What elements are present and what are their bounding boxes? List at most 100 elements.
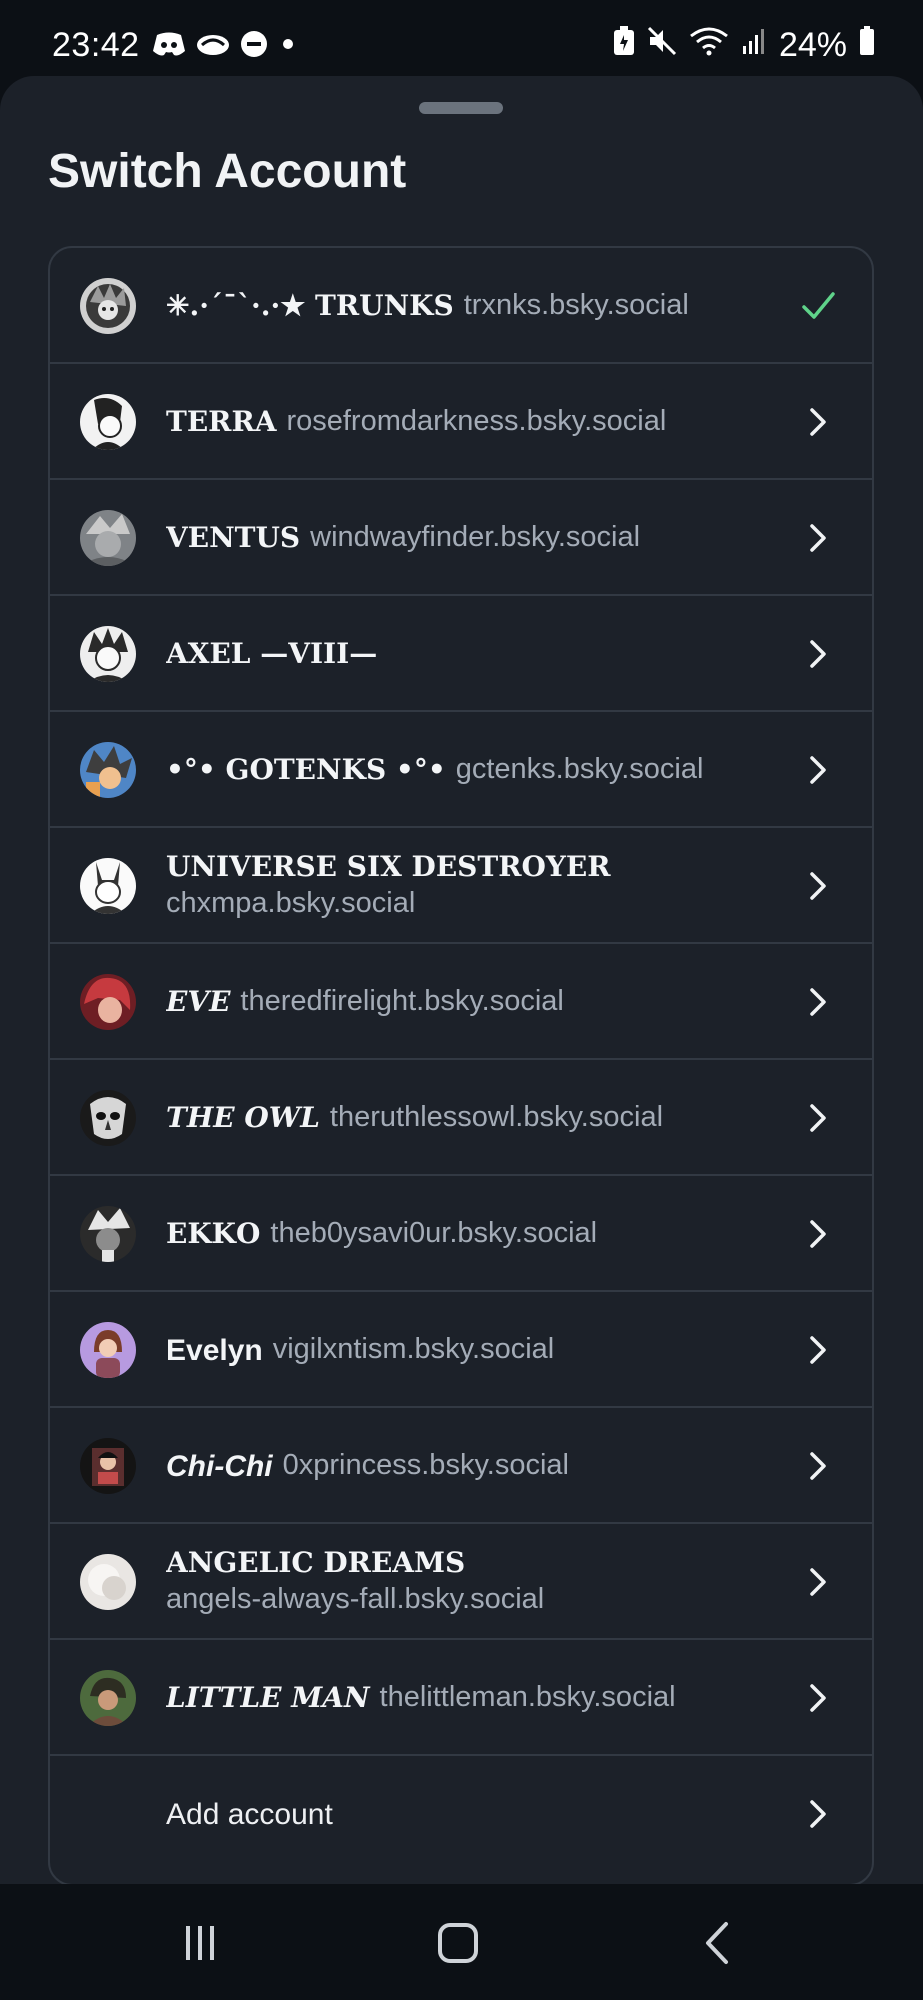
display-name: Evelyn: [166, 1333, 263, 1367]
account-row-ekko[interactable]: 𝐄𝐊𝐊𝐎 theb0ysavi0ur.bsky.social: [50, 1176, 872, 1292]
switch-account-sheet: Switch Account ✳︎.·´¯`·.·★ 𝐓𝐑𝐔𝐍𝐊𝐒 trxnks…: [0, 76, 923, 1886]
status-left-icons: [152, 30, 298, 63]
account-text: 𝐕𝐄𝐍𝐓𝐔𝐒 windwayfinder.bsky.social: [166, 480, 766, 596]
chevron-right-icon: [810, 524, 826, 552]
account-row-trunks[interactable]: ✳︎.·´¯`·.·★ 𝐓𝐑𝐔𝐍𝐊𝐒 trxnks.bsky.social: [50, 248, 872, 364]
battery-saver-icon: [613, 26, 635, 65]
avatar: [80, 1090, 136, 1146]
avatar: [80, 1322, 136, 1378]
account-list: ✳︎.·´¯`·.·★ 𝐓𝐑𝐔𝐍𝐊𝐒 trxnks.bsky.social 𝐓𝐄…: [48, 246, 874, 1886]
account-text: •°• 𝐆𝐎𝐓𝐄𝐍𝐊𝐒 •°• gctenks.bsky.social: [166, 712, 766, 828]
chevron-right-icon: [810, 1336, 826, 1364]
display-name: 𝑻𝑯𝑬 𝑶𝑾𝑳: [166, 1100, 320, 1134]
chevron-right-icon: [810, 988, 826, 1016]
handle: gctenks.bsky.social: [455, 753, 704, 786]
account-row-evelyn[interactable]: Evelyn vigilxntism.bsky.social: [50, 1292, 872, 1408]
display-name: 𝐀𝐍𝐆𝐄𝐋𝐈𝐂 𝐃𝐑𝐄𝐀𝐌𝐒: [166, 1545, 466, 1579]
add-account-label: Add account: [166, 1797, 333, 1831]
signal-icon: [741, 26, 767, 65]
account-row-chi-chi[interactable]: Chi-Chi 0xprincess.bsky.social: [50, 1408, 872, 1524]
display-name: ✳︎.·´¯`·.·★ 𝐓𝐑𝐔𝐍𝐊𝐒: [166, 288, 454, 322]
dot-icon: [278, 34, 298, 59]
handle: theredfirelight.bsky.social: [240, 985, 564, 1018]
account-text: 𝑻𝑯𝑬 𝑶𝑾𝑳 theruthlessowl.bsky.social: [166, 1060, 766, 1176]
discord-icon: [152, 31, 186, 62]
handle: angels-always-fall.bsky.social: [166, 1583, 545, 1616]
add-account-row[interactable]: Add account: [50, 1756, 872, 1872]
account-text: ✳︎.·´¯`·.·★ 𝐓𝐑𝐔𝐍𝐊𝐒 trxnks.bsky.social: [166, 248, 766, 364]
chevron-right-icon: [810, 756, 826, 784]
battery-icon: [859, 26, 875, 65]
status-right: 24%: [613, 26, 875, 65]
avatar: [80, 1554, 136, 1610]
check-icon: [802, 292, 835, 319]
dnd-icon: [240, 30, 268, 63]
avatar: [80, 1670, 136, 1726]
account-row-gotenks[interactable]: •°• 𝐆𝐎𝐓𝐄𝐍𝐊𝐒 •°• gctenks.bsky.social: [50, 712, 872, 828]
handle: rosefromdarkness.bsky.social: [286, 405, 667, 438]
display-name: 𝑳𝑰𝑻𝑻𝑳𝑬 𝑴𝑨𝑵: [166, 1680, 370, 1714]
handle: vigilxntism.bsky.social: [272, 1333, 555, 1366]
mute-icon: [647, 26, 677, 65]
handle: theruthlessowl.bsky.social: [329, 1101, 664, 1134]
battery-percent: 24%: [778, 26, 847, 64]
home-icon[interactable]: [428, 1918, 488, 1968]
display-name: 𝐕𝐄𝐍𝐓𝐔𝐒: [166, 520, 301, 554]
recent-apps-icon[interactable]: [170, 1918, 230, 1968]
chevron-right-icon: [810, 1104, 826, 1132]
avatar: [80, 1206, 136, 1262]
display-name: 𝑬𝑽𝑬: [166, 984, 231, 1018]
account-row-eve[interactable]: 𝑬𝑽𝑬 theredfirelight.bsky.social: [50, 944, 872, 1060]
handle: chxmpa.bsky.social: [166, 887, 416, 920]
account-text: 𝐓𝐄𝐑𝐑𝐀 rosefromdarkness.bsky.social: [166, 364, 766, 480]
handle: theb0ysavi0ur.bsky.social: [270, 1217, 598, 1250]
account-text: Chi-Chi 0xprincess.bsky.social: [166, 1408, 766, 1524]
account-row-angelic-dreams[interactable]: 𝐀𝐍𝐆𝐄𝐋𝐈𝐂 𝐃𝐑𝐄𝐀𝐌𝐒 angels-always-fall.bsky.s…: [50, 1524, 872, 1640]
wifi-icon: [689, 26, 729, 65]
chevron-right-icon: [810, 408, 826, 436]
display-name: •°• 𝐆𝐎𝐓𝐄𝐍𝐊𝐒 •°•: [166, 752, 446, 786]
display-name: 𝐄𝐊𝐊𝐎: [166, 1216, 261, 1250]
avatar: [80, 510, 136, 566]
account-row-ventus[interactable]: 𝐕𝐄𝐍𝐓𝐔𝐒 windwayfinder.bsky.social: [50, 480, 872, 596]
cloud-icon: [196, 31, 230, 62]
system-navigation-bar: [0, 1884, 923, 2000]
account-row-universe-six-destroyer[interactable]: 𝐔𝐍𝐈𝐕𝐄𝐑𝐒𝐄 𝐒𝐈𝐗 𝐃𝐄𝐒𝐓𝐑𝐎𝐘𝐄𝐑 chxmpa.bsky.socia…: [50, 828, 872, 944]
handle: 0xprincess.bsky.social: [282, 1449, 569, 1482]
account-text: 𝐄𝐊𝐊𝐎 theb0ysavi0ur.bsky.social: [166, 1176, 766, 1292]
status-bar: 23:42 24%: [0, 0, 923, 78]
account-row-terra[interactable]: 𝐓𝐄𝐑𝐑𝐀 rosefromdarkness.bsky.social: [50, 364, 872, 480]
account-row-little-man[interactable]: 𝑳𝑰𝑻𝑻𝑳𝑬 𝑴𝑨𝑵 thelittleman.bsky.social: [50, 1640, 872, 1756]
chevron-right-icon: [810, 1800, 826, 1828]
avatar: [80, 858, 136, 914]
display-name: 𝐓𝐄𝐑𝐑𝐀: [166, 404, 277, 438]
display-name: Chi-Chi: [166, 1449, 273, 1483]
chevron-right-icon: [810, 1220, 826, 1248]
avatar: [80, 394, 136, 450]
chevron-right-icon: [810, 1684, 826, 1712]
handle: trxnks.bsky.social: [463, 289, 689, 322]
account-row-the-owl[interactable]: 𝑻𝑯𝑬 𝑶𝑾𝑳 theruthlessowl.bsky.social: [50, 1060, 872, 1176]
sheet-title: Switch Account: [48, 145, 407, 198]
avatar: [80, 1438, 136, 1494]
sheet-grab-handle[interactable]: [419, 102, 503, 114]
chevron-right-icon: [810, 872, 826, 900]
back-icon[interactable]: [688, 1918, 748, 1968]
chevron-right-icon: [810, 1452, 826, 1480]
account-text: 𝑬𝑽𝑬 theredfirelight.bsky.social: [166, 944, 766, 1060]
account-text: 𝐔𝐍𝐈𝐕𝐄𝐑𝐒𝐄 𝐒𝐈𝐗 𝐃𝐄𝐒𝐓𝐑𝐎𝐘𝐄𝐑 chxmpa.bsky.socia…: [166, 828, 766, 944]
account-text: 𝐀𝐍𝐆𝐄𝐋𝐈𝐂 𝐃𝐑𝐄𝐀𝐌𝐒 angels-always-fall.bsky.s…: [166, 1524, 766, 1640]
account-row-axel[interactable]: 𝐀𝐗𝐄𝐋 —𝐕𝐈𝐈𝐈—: [50, 596, 872, 712]
account-text: 𝐀𝐗𝐄𝐋 —𝐕𝐈𝐈𝐈—: [166, 596, 766, 712]
display-name: 𝐀𝐗𝐄𝐋 —𝐕𝐈𝐈𝐈—: [166, 636, 378, 670]
handle: thelittleman.bsky.social: [379, 1681, 676, 1714]
display-name: 𝐔𝐍𝐈𝐕𝐄𝐑𝐒𝐄 𝐒𝐈𝐗 𝐃𝐄𝐒𝐓𝐑𝐎𝐘𝐄𝐑: [166, 849, 611, 883]
account-text: Evelyn vigilxntism.bsky.social: [166, 1292, 766, 1408]
handle: windwayfinder.bsky.social: [310, 521, 641, 554]
avatar: [80, 742, 136, 798]
avatar: [80, 626, 136, 682]
status-time: 23:42: [52, 26, 140, 64]
chevron-right-icon: [810, 1568, 826, 1596]
chevron-right-icon: [810, 640, 826, 668]
add-account-text: Add account: [166, 1756, 766, 1872]
